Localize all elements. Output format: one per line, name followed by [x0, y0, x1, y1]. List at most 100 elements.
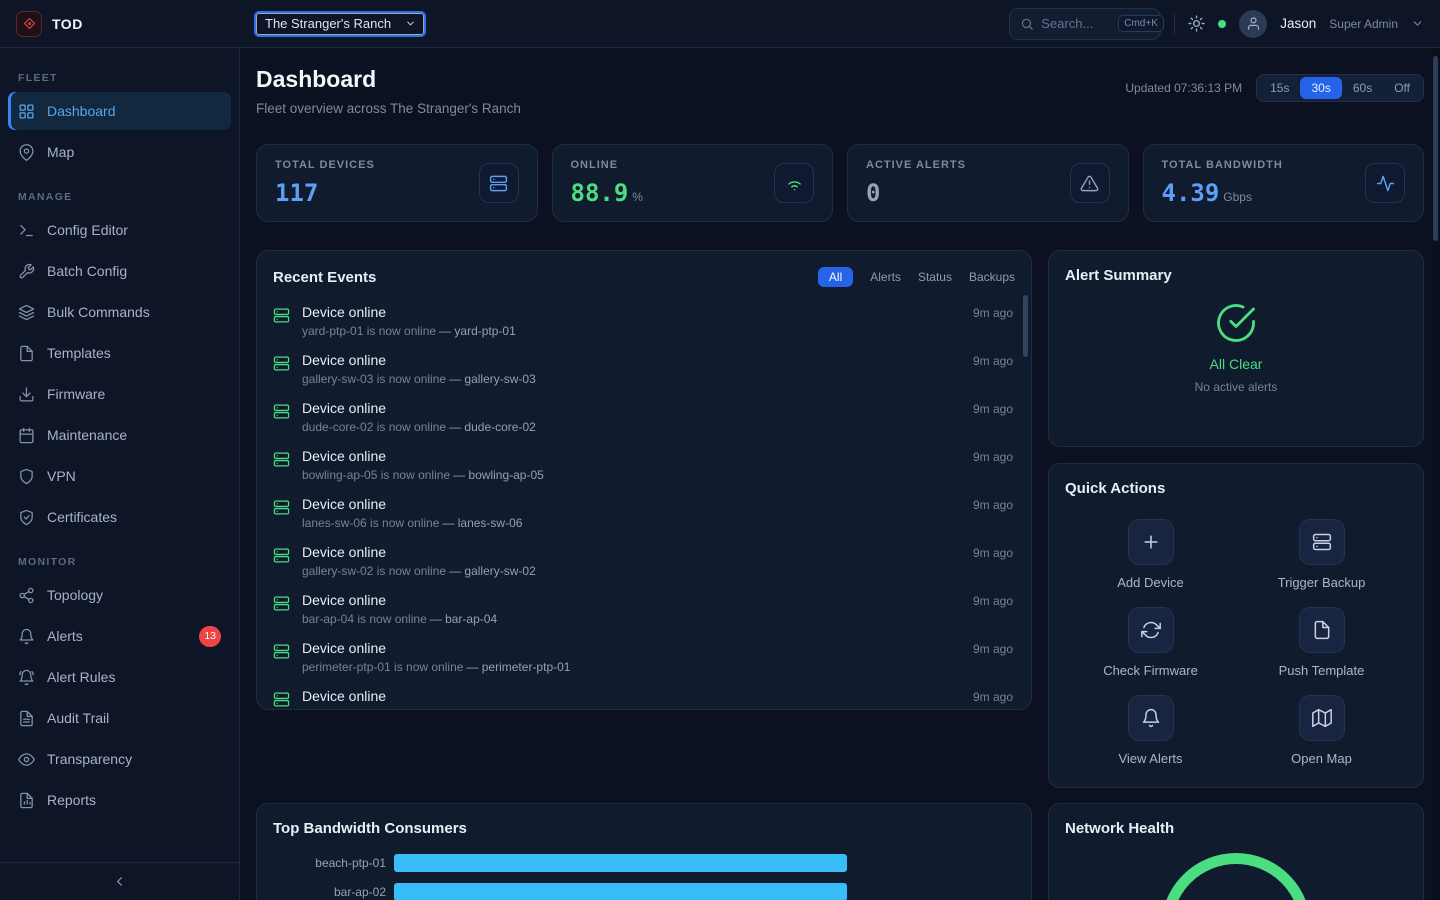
- sun-icon: [1188, 15, 1205, 32]
- event-list-item[interactable]: Device online bowling-ap-05 is now onlin…: [273, 441, 1013, 489]
- sidebar-item-alerts[interactable]: Alerts 13: [8, 617, 231, 655]
- bandwidth-row: beach-ptp-01: [273, 854, 1015, 872]
- avatar[interactable]: [1239, 10, 1267, 38]
- alert-summary-status: All Clear: [1210, 356, 1263, 372]
- user-role: Super Admin: [1329, 17, 1398, 31]
- user-menu-button[interactable]: [1411, 17, 1424, 30]
- sidebar-item-alert-rules[interactable]: Alert Rules: [8, 658, 231, 696]
- app-name: TOD: [52, 16, 83, 32]
- user-name: Jason: [1280, 16, 1316, 31]
- stat-value-unit: %: [632, 190, 643, 204]
- theme-toggle-button[interactable]: [1188, 15, 1205, 32]
- quick-action-label: Add Device: [1117, 575, 1183, 590]
- stat-value-unit: Gbps: [1223, 190, 1252, 204]
- sidebar-item-dashboard[interactable]: Dashboard: [8, 92, 231, 130]
- event-time: 9m ago: [973, 304, 1013, 320]
- site-selector-value: The Stranger's Ranch: [265, 16, 391, 31]
- event-time: 9m ago: [973, 640, 1013, 656]
- bandwidth-card: Top Bandwidth Consumers beach-ptp-01 bar…: [256, 803, 1032, 900]
- add-device-button[interactable]: Add Device: [1065, 519, 1236, 590]
- device-server-icon: [273, 403, 290, 420]
- sidebar-item-map[interactable]: Map: [8, 133, 231, 171]
- event-list-item[interactable]: Device online lanes-sw-06 is now online—…: [273, 489, 1013, 537]
- device-server-icon: [273, 307, 290, 324]
- events-scrollbar-thumb[interactable]: [1023, 295, 1028, 357]
- network-health-card: Network Health: [1048, 803, 1424, 900]
- tab-all[interactable]: All: [818, 267, 853, 287]
- sidebar-item-config-editor[interactable]: Config Editor: [8, 211, 231, 249]
- topology-icon: [18, 587, 35, 604]
- event-time: 9m ago: [973, 592, 1013, 608]
- search-input[interactable]: [1041, 16, 1111, 31]
- chevron-left-icon: [112, 874, 127, 889]
- trigger-backup-button[interactable]: Trigger Backup: [1236, 519, 1407, 590]
- refresh-option-30s[interactable]: 30s: [1300, 77, 1341, 99]
- wrench-icon: [18, 263, 35, 280]
- tab-alerts[interactable]: Alerts: [870, 270, 901, 284]
- event-device-ref: — yard-ptp-01: [439, 324, 516, 338]
- refresh-interval-control: 15s 30s 60s Off: [1256, 74, 1424, 102]
- event-device-ref: — lanes-sw-06: [442, 516, 522, 530]
- page-scrollbar-thumb[interactable]: [1433, 56, 1438, 241]
- event-detail: bar-ap-04 is now online: [302, 612, 427, 626]
- alert-summary-title: Alert Summary: [1065, 267, 1407, 284]
- tab-status[interactable]: Status: [918, 270, 952, 284]
- chevron-down-icon: [1411, 17, 1424, 30]
- refresh-option-off[interactable]: Off: [1383, 77, 1421, 99]
- event-list-item[interactable]: Device online yard-ptp-01 is now online—…: [273, 297, 1013, 345]
- event-list-item[interactable]: Device online dude-core-02 is now online…: [273, 393, 1013, 441]
- search-box[interactable]: Cmd+K: [1009, 8, 1161, 40]
- check-firmware-button[interactable]: Check Firmware: [1065, 607, 1236, 678]
- brand: TOD: [16, 11, 240, 37]
- site-selector[interactable]: The Stranger's Ranch: [256, 13, 424, 35]
- event-detail: gallery-sw-03 is now online: [302, 372, 446, 386]
- sidebar-item-label: Certificates: [47, 509, 117, 525]
- sidebar-item-maintenance[interactable]: Maintenance: [8, 416, 231, 454]
- sidebar-item-certificates[interactable]: Certificates: [8, 498, 231, 536]
- page-header: Dashboard Fleet overview across The Stra…: [256, 66, 1424, 116]
- alerts-count-badge: 13: [199, 626, 221, 647]
- sidebar-item-audit-trail[interactable]: Audit Trail: [8, 699, 231, 737]
- page-title: Dashboard: [256, 66, 521, 93]
- network-health-title: Network Health: [1065, 820, 1407, 837]
- map-pin-icon: [18, 144, 35, 161]
- sidebar-item-transparency[interactable]: Transparency: [8, 740, 231, 778]
- event-detail: perimeter-ptp-01 is now online: [302, 660, 463, 674]
- sidebar-item-reports[interactable]: Reports: [8, 781, 231, 819]
- sidebar-item-batch-config[interactable]: Batch Config: [8, 252, 231, 290]
- sidebar-collapse-button[interactable]: [0, 862, 239, 900]
- app-logo-icon: [16, 11, 42, 37]
- refresh-icon: [1128, 607, 1174, 653]
- event-title: Device online: [302, 640, 570, 657]
- refresh-option-15s[interactable]: 15s: [1259, 77, 1300, 99]
- stat-card-total-devices: TOTAL DEVICES 117: [256, 144, 538, 222]
- open-map-button[interactable]: Open Map: [1236, 695, 1407, 766]
- tab-backups[interactable]: Backups: [969, 270, 1015, 284]
- activity-icon: [1365, 163, 1405, 203]
- search-shortcut-badge: Cmd+K: [1118, 15, 1164, 32]
- sidebar-item-templates[interactable]: Templates: [8, 334, 231, 372]
- sidebar-item-label: Alerts: [47, 628, 83, 644]
- bell-icon: [1128, 695, 1174, 741]
- bandwidth-bar: [394, 883, 847, 900]
- push-template-button[interactable]: Push Template: [1236, 607, 1407, 678]
- refresh-option-60s[interactable]: 60s: [1342, 77, 1383, 99]
- sidebar-item-bulk-commands[interactable]: Bulk Commands: [8, 293, 231, 331]
- view-alerts-button[interactable]: View Alerts: [1065, 695, 1236, 766]
- device-server-icon: [273, 451, 290, 468]
- sidebar-item-firmware[interactable]: Firmware: [8, 375, 231, 413]
- event-list-item[interactable]: Device online 9m ago: [273, 681, 1013, 709]
- alert-summary-detail: No active alerts: [1195, 380, 1278, 394]
- check-circle-icon: [1215, 302, 1257, 344]
- sidebar-item-label: Bulk Commands: [47, 304, 150, 320]
- event-list-item[interactable]: Device online bar-ap-04 is now online— b…: [273, 585, 1013, 633]
- event-list-item[interactable]: Device online perimeter-ptp-01 is now on…: [273, 633, 1013, 681]
- sidebar-item-topology[interactable]: Topology: [8, 576, 231, 614]
- page-scrollbar[interactable]: [1431, 48, 1440, 900]
- event-list-item[interactable]: Device online gallery-sw-03 is now onlin…: [273, 345, 1013, 393]
- server-icon: [479, 163, 519, 203]
- sidebar-item-vpn[interactable]: VPN: [8, 457, 231, 495]
- event-list-item[interactable]: Device online gallery-sw-02 is now onlin…: [273, 537, 1013, 585]
- stat-card-online: ONLINE 88.9%: [552, 144, 834, 222]
- wifi-icon: [774, 163, 814, 203]
